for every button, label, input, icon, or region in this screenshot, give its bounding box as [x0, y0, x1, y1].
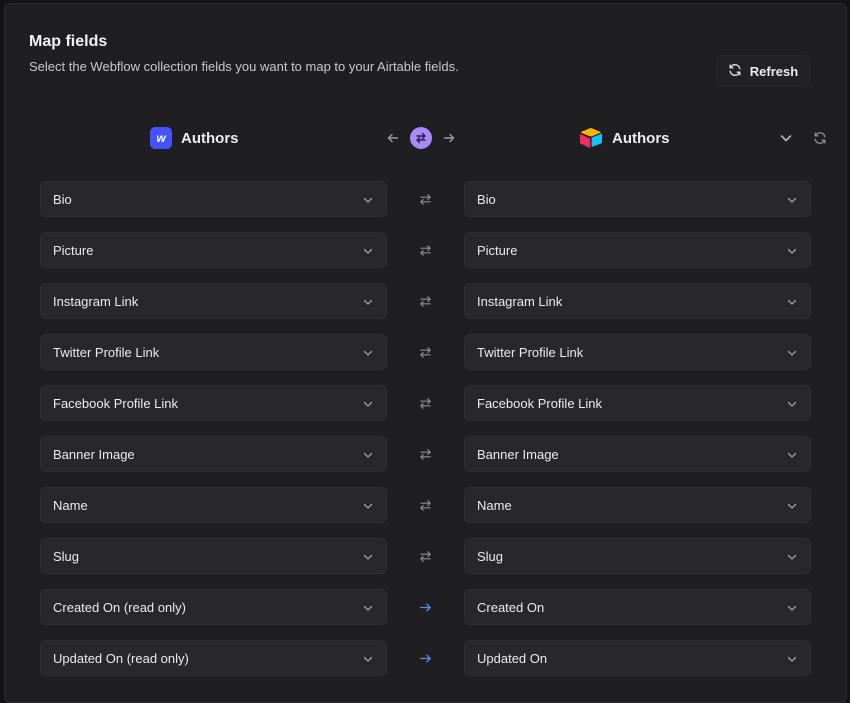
two-way-arrows-icon[interactable] [418, 192, 432, 206]
mapping-row: Name Name [0, 487, 850, 523]
sync-direction-controls [386, 124, 456, 152]
two-way-arrows-icon[interactable] [418, 549, 432, 563]
webflow-field-label: Banner Image [53, 446, 135, 462]
webflow-field-label: Facebook Profile Link [53, 395, 179, 411]
airtable-logo-icon [580, 128, 602, 148]
airtable-field-select[interactable]: Updated On [464, 640, 811, 676]
webflow-field-label: Picture [53, 242, 94, 258]
chevron-down-icon [786, 653, 798, 665]
webflow-field-label: Slug [53, 548, 80, 564]
mapping-row: Banner Image Banner Image [0, 436, 850, 472]
airtable-field-select[interactable]: Banner Image [464, 436, 811, 472]
chevron-down-icon [786, 347, 798, 359]
table-refresh-icon[interactable] [813, 131, 827, 145]
airtable-field-select[interactable]: Created On [464, 589, 811, 625]
mapping-row: Twitter Profile Link Twitter Profile Link [0, 334, 850, 370]
arrow-right-icon[interactable] [442, 131, 456, 145]
one-way-arrow-icon[interactable] [418, 651, 432, 665]
two-way-arrows-icon[interactable] [418, 345, 432, 359]
airtable-table-name: Authors [612, 129, 670, 147]
one-way-arrow-icon[interactable] [418, 600, 432, 614]
page-title: Map fields [29, 33, 108, 50]
airtable-field-label: Banner Image [477, 446, 559, 462]
chevron-down-icon [786, 296, 798, 308]
chevron-down-icon [786, 398, 798, 410]
mapping-row: Updated On (read only) Updated On [0, 640, 850, 676]
arrow-left-icon[interactable] [386, 131, 400, 145]
chevron-down-icon [362, 551, 374, 563]
mapping-row: Facebook Profile Link Facebook Profile Li… [0, 385, 850, 421]
airtable-field-label: Slug [477, 548, 504, 564]
chevron-down-icon [362, 194, 374, 206]
webflow-collection-name: Authors [181, 129, 239, 147]
chevron-down-icon [362, 296, 374, 308]
webflow-field-select[interactable]: Created On (read only) [40, 589, 387, 625]
chevron-down-icon [786, 602, 798, 614]
chevron-down-icon [362, 245, 374, 257]
webflow-field-select[interactable]: Twitter Profile Link [40, 334, 387, 370]
webflow-field-select[interactable]: Slug [40, 538, 387, 574]
webflow-field-label: Bio [53, 191, 72, 207]
webflow-field-label: Name [53, 497, 88, 513]
airtable-table-header: Authors [579, 124, 670, 152]
chevron-down-icon [362, 347, 374, 359]
airtable-field-select[interactable]: Picture [464, 232, 811, 268]
webflow-field-select[interactable]: Instagram Link [40, 283, 387, 319]
airtable-field-select[interactable]: Facebook Profile Link [464, 385, 811, 421]
two-way-arrows-icon[interactable] [418, 447, 432, 461]
webflow-field-label: Twitter Profile Link [53, 344, 160, 360]
chevron-down-icon [786, 500, 798, 512]
airtable-field-label: Facebook Profile Link [477, 395, 603, 411]
airtable-field-select[interactable]: Instagram Link [464, 283, 811, 319]
refresh-icon [728, 63, 742, 80]
chevron-down-icon [786, 551, 798, 563]
airtable-field-label: Instagram Link [477, 293, 563, 309]
webflow-field-label: Updated On (read only) [53, 650, 189, 666]
chevron-down-icon [362, 398, 374, 410]
webflow-field-label: Instagram Link [53, 293, 139, 309]
airtable-field-select[interactable]: Slug [464, 538, 811, 574]
two-way-arrows-icon[interactable] [418, 294, 432, 308]
two-way-arrows-icon[interactable] [418, 396, 432, 410]
two-way-arrows-icon[interactable] [418, 498, 432, 512]
page-subtitle: Select the Webflow collection fields you… [29, 59, 459, 74]
webflow-field-select[interactable]: Updated On (read only) [40, 640, 387, 676]
webflow-field-label: Created On (read only) [53, 599, 186, 615]
webflow-field-select[interactable]: Picture [40, 232, 387, 268]
mapping-row: Picture Picture [0, 232, 850, 268]
airtable-field-label: Picture [477, 242, 518, 258]
refresh-label: Refresh [749, 63, 799, 79]
airtable-field-label: Updated On [477, 650, 548, 666]
webflow-logo-icon: w [150, 127, 172, 149]
table-select-chevron-icon[interactable] [778, 130, 794, 146]
airtable-field-select[interactable]: Twitter Profile Link [464, 334, 811, 370]
webflow-field-select[interactable]: Name [40, 487, 387, 523]
chevron-down-icon [786, 194, 798, 206]
airtable-field-label: Twitter Profile Link [477, 344, 584, 360]
airtable-field-label: Bio [477, 191, 496, 207]
refresh-button[interactable]: Refresh [716, 55, 810, 87]
airtable-field-select[interactable]: Bio [464, 181, 811, 217]
webflow-collection-header: w Authors [150, 124, 239, 152]
chevron-down-icon [786, 449, 798, 461]
webflow-field-select[interactable]: Facebook Profile Link [40, 385, 387, 421]
webflow-field-select[interactable]: Banner Image [40, 436, 387, 472]
mapping-row: Created On (read only) Created On [0, 589, 850, 625]
mapping-row: Slug Slug [0, 538, 850, 574]
chevron-down-icon [362, 602, 374, 614]
airtable-field-select[interactable]: Name [464, 487, 811, 523]
chevron-down-icon [362, 653, 374, 665]
airtable-field-label: Name [477, 497, 512, 513]
two-way-sync-toggle[interactable] [410, 127, 432, 149]
chevron-down-icon [362, 500, 374, 512]
chevron-down-icon [786, 245, 798, 257]
mapping-row: Bio Bio [0, 181, 850, 217]
chevron-down-icon [362, 449, 374, 461]
webflow-field-select[interactable]: Bio [40, 181, 387, 217]
airtable-field-label: Created On [477, 599, 545, 615]
two-way-arrows-icon[interactable] [418, 243, 432, 257]
mapping-row: Instagram Link Instagram Link [0, 283, 850, 319]
